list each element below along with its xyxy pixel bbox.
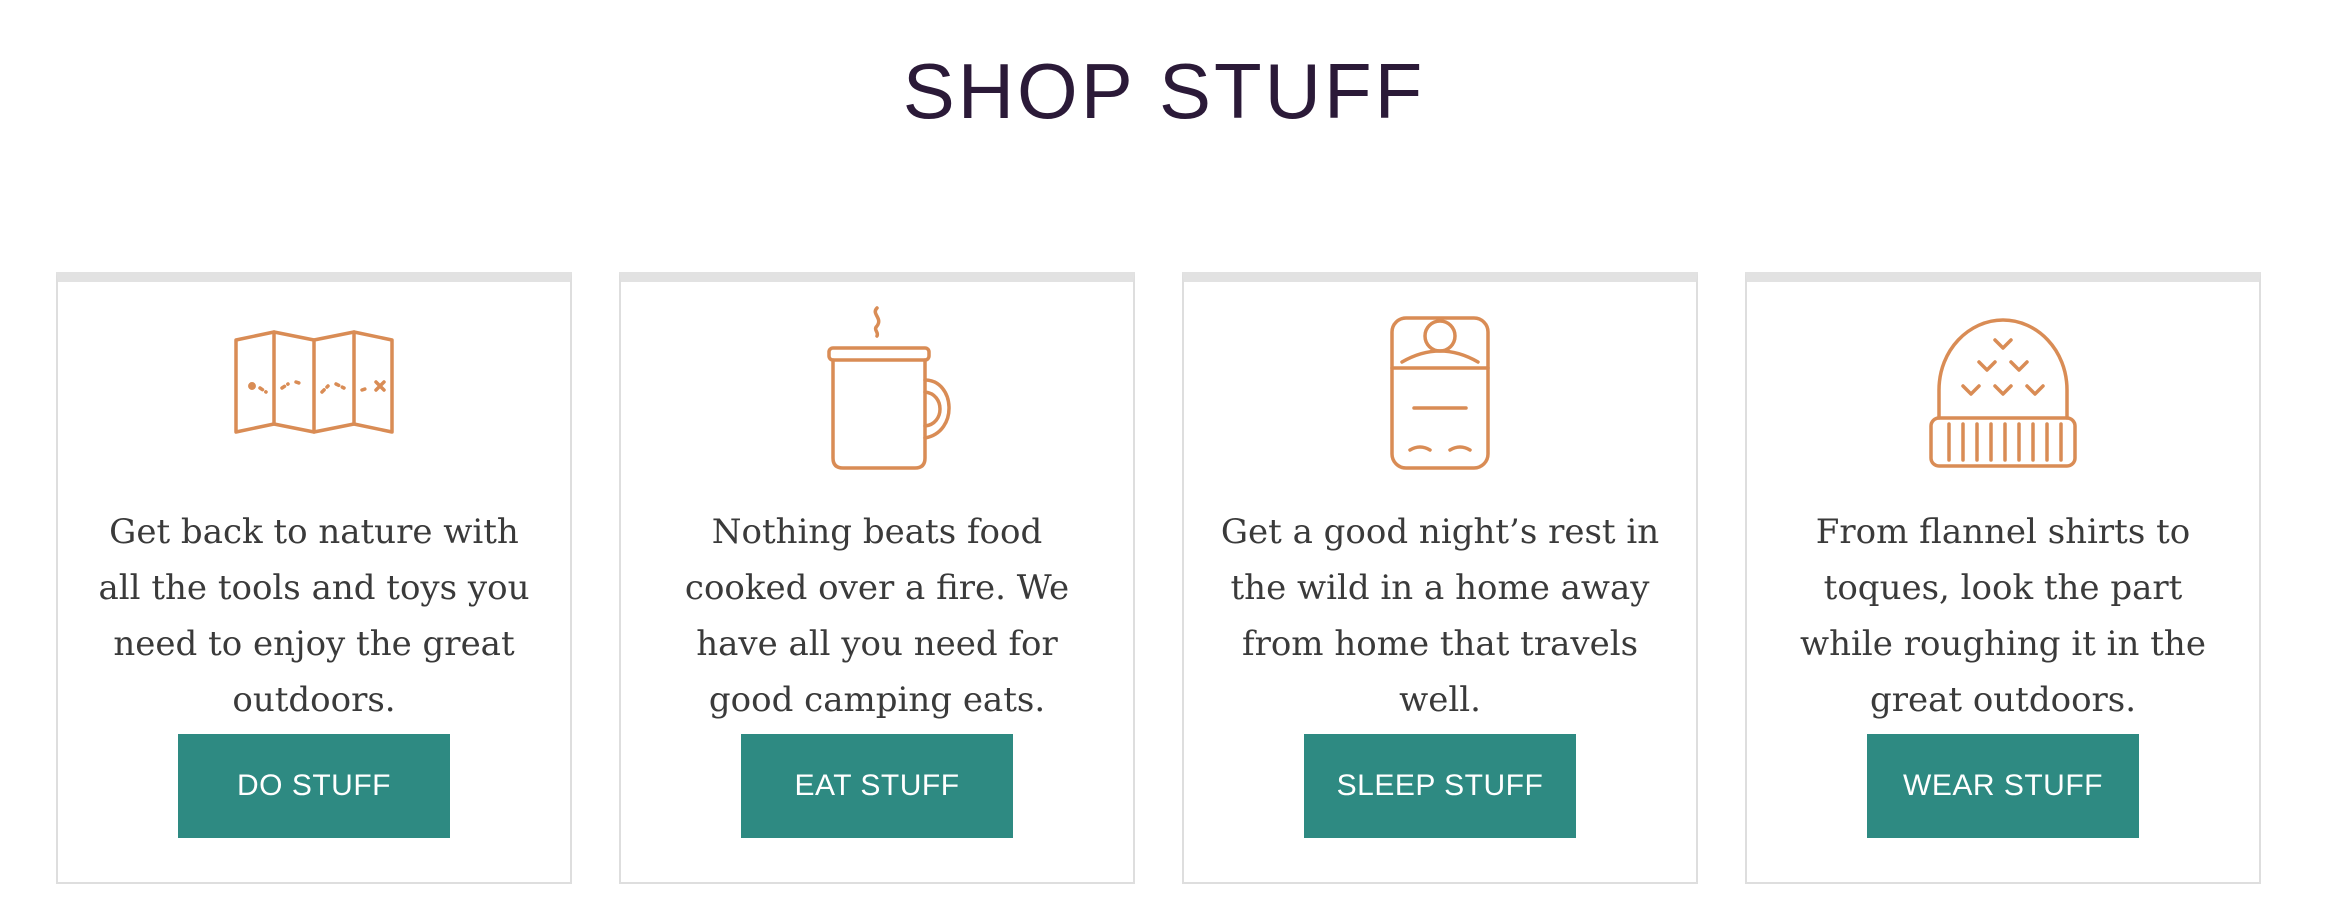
card-description: Get back to nature with all the tools an…: [98, 512, 530, 720]
category-card-wear: From flannel shirts to toques, look the …: [1745, 272, 2261, 884]
map-icon: [224, 300, 404, 480]
card-description: Nothing beats food cooked over a fire. W…: [684, 512, 1070, 720]
category-card-do: Get back to nature with all the tools an…: [56, 272, 572, 884]
wear-stuff-button[interactable]: WEAR STUFF: [1867, 734, 2139, 838]
do-stuff-button[interactable]: DO STUFF: [178, 734, 450, 838]
category-card-eat: Nothing beats food cooked over a fire. W…: [619, 272, 1135, 884]
category-card-sleep: Get a good night’s rest in the wild in a…: [1182, 272, 1698, 884]
sleeping-bag-icon: [1350, 300, 1530, 480]
sleep-stuff-button[interactable]: SLEEP STUFF: [1304, 734, 1576, 838]
card-description: From flannel shirts to toques, look the …: [1800, 512, 2206, 720]
toque-icon: [1913, 300, 2093, 480]
card-description: Get a good night’s rest in the wild in a…: [1220, 512, 1660, 720]
eat-stuff-button[interactable]: EAT STUFF: [741, 734, 1013, 838]
page-title: SHOP STUFF: [902, 47, 1426, 135]
mug-icon: [787, 300, 967, 480]
